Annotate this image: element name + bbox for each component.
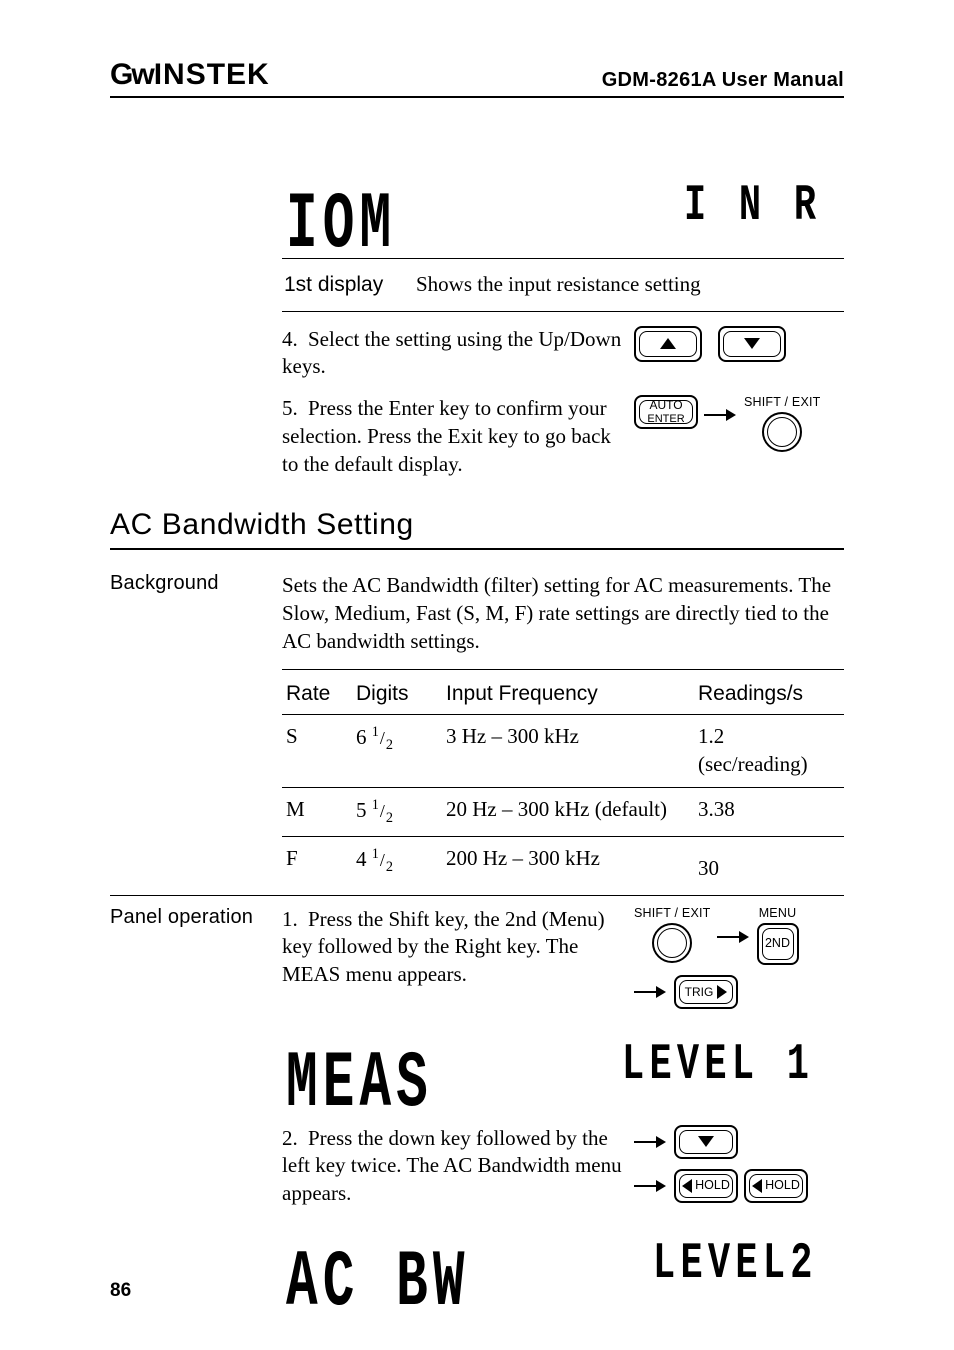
panel-step-1-num: 1. <box>282 906 308 934</box>
hold-left-key-1[interactable]: HOLD <box>674 1169 738 1203</box>
auto-enter-key[interactable]: AUTO ENTER <box>634 395 698 429</box>
arrow-icon <box>634 986 668 998</box>
bw-h-digits: Digits <box>352 676 442 714</box>
brand-logo: GᴡINSTEK <box>110 58 270 92</box>
panel-step-1: 1.Press the Shift key, the 2nd (Menu) ke… <box>282 906 634 989</box>
up-triangle-icon <box>660 338 676 349</box>
brand-rest: INSTEK <box>154 58 270 91</box>
panel-step-2-text: Press the down key followed by the left … <box>282 1126 622 1205</box>
display-primary-acbw: AC BW <box>286 1244 470 1323</box>
bw-h-rs: Readings/s <box>694 676 844 714</box>
hold-left-key-2[interactable]: HOLD <box>744 1169 808 1203</box>
step-5: 5.Press the Enter key to confirm your se… <box>282 395 634 478</box>
trig-right-key[interactable]: TRIG <box>674 975 738 1009</box>
display-primary-1: IOM <box>286 186 396 265</box>
step-4-num: 4. <box>282 326 308 354</box>
doc-title: GDM-8261A User Manual <box>602 69 844 92</box>
down-key-2[interactable] <box>674 1125 738 1159</box>
display-secondary-level2: LEVEL2 <box>653 1238 818 1289</box>
shift-exit-key[interactable] <box>762 412 802 452</box>
panel-operation-label: Panel operation <box>110 906 282 1316</box>
step-5-num: 5. <box>282 395 308 423</box>
step-4: 4.Select the setting using the Up/Down k… <box>282 326 634 381</box>
auto-label: AUTO <box>649 399 682 411</box>
table-row: F 4 1/2 200 Hz – 300 kHz 30 <box>282 837 844 891</box>
brand-w: ᴡ <box>131 58 153 91</box>
bw-h-rate: Rate <box>282 676 352 714</box>
second-menu-key[interactable]: 2ND <box>757 923 799 965</box>
arrow-icon <box>634 1136 668 1148</box>
shift-exit-over: SHIFT / EXIT <box>634 906 711 920</box>
right-triangle-icon <box>717 985 727 999</box>
down-triangle-icon <box>744 338 760 349</box>
first-display-desc: Shows the input resistance setting <box>416 267 842 303</box>
background-label: Background <box>110 572 282 655</box>
panel-step-1-text: Press the Shift key, the 2nd (Menu) key … <box>282 907 605 986</box>
display-primary-meas: MEAS <box>286 1045 433 1124</box>
table-row: M 5 1/2 20 Hz – 300 kHz (default) 3.38 <box>282 788 844 836</box>
page-number: 86 <box>110 1280 131 1302</box>
arrow-icon <box>717 931 751 943</box>
bw-h-freq: Input Frequency <box>442 676 694 714</box>
display-secondary-level1: LEVEL 1 <box>622 1039 814 1090</box>
shift-exit-label: SHIFT / EXIT <box>744 395 821 409</box>
section-heading: AC Bandwidth Setting <box>110 508 844 542</box>
shift-exit-key-2[interactable] <box>652 923 692 963</box>
display-secondary-1: I N R <box>684 180 821 231</box>
down-key[interactable] <box>718 326 786 362</box>
background-text: Sets the AC Bandwidth (filter) setting f… <box>282 572 844 655</box>
step-4-text: Select the setting using the Up/Down key… <box>282 327 621 379</box>
left-triangle-icon <box>682 1179 692 1193</box>
step-5-text: Press the Enter key to confirm your sele… <box>282 396 611 475</box>
panel-step-2: 2.Press the down key followed by the lef… <box>282 1125 634 1208</box>
bandwidth-table: Rate Digits Input Frequency Readings/s S… <box>282 676 844 890</box>
down-triangle-icon <box>698 1136 714 1147</box>
first-display-label: 1st display <box>284 267 414 303</box>
arrow-icon <box>704 409 738 421</box>
table-row: S 6 1/2 3 Hz – 300 kHz 1.2(sec/reading) <box>282 715 844 786</box>
up-key[interactable] <box>634 326 702 362</box>
brand-g: G <box>110 58 131 91</box>
menu-over: MENU <box>757 906 799 920</box>
enter-label: ENTER <box>647 414 684 425</box>
left-triangle-icon <box>752 1179 762 1193</box>
arrow-icon <box>634 1180 668 1192</box>
